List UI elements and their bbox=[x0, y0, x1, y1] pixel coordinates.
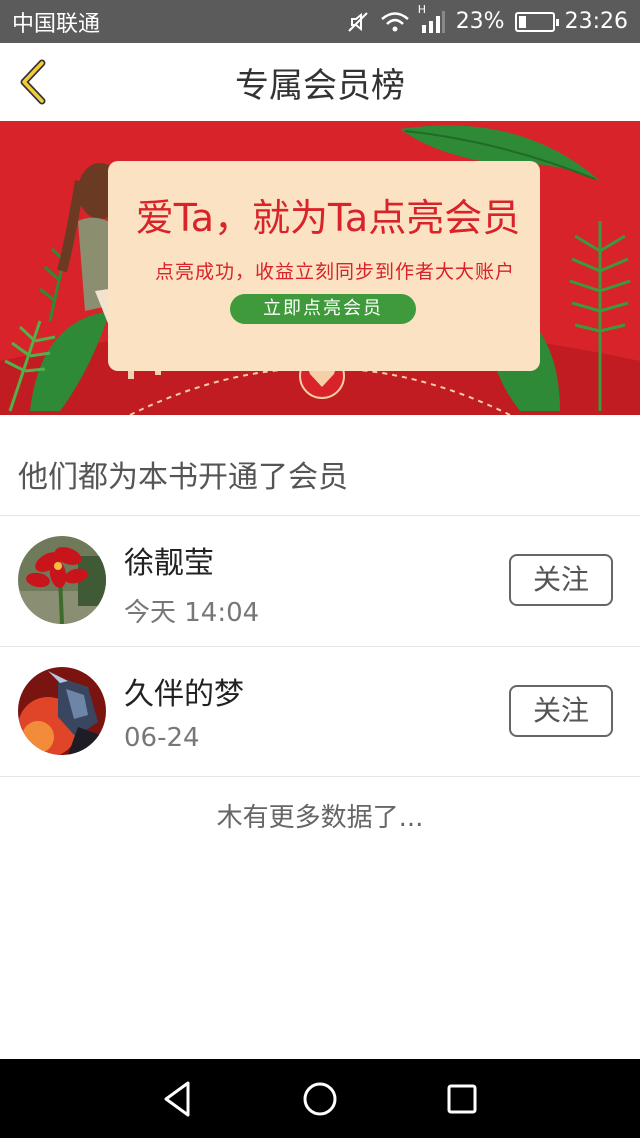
system-nav-bar bbox=[0, 1059, 640, 1138]
mute-icon bbox=[346, 10, 370, 34]
avatar[interactable] bbox=[18, 667, 106, 755]
avatar[interactable] bbox=[18, 536, 106, 624]
page-title: 专属会员榜 bbox=[235, 65, 405, 106]
game-hero-avatar-icon bbox=[18, 667, 106, 755]
member-time: 今天 14:04 bbox=[124, 598, 260, 628]
nav-home-button[interactable] bbox=[298, 1077, 342, 1121]
recents-square-icon bbox=[447, 1084, 477, 1114]
member-row[interactable]: 久伴的梦 06-24 关注 bbox=[0, 647, 640, 777]
back-triangle-icon bbox=[164, 1081, 190, 1117]
status-bar: 中国联通 H 23% 23:26 bbox=[0, 0, 640, 43]
no-more-data-text: 木有更多数据了... bbox=[216, 803, 424, 833]
member-name: 徐靓莹 bbox=[124, 546, 214, 581]
light-up-membership-button[interactable]: 立即点亮会员 bbox=[230, 294, 416, 324]
banner-subtitle: 点亮成功，收益立刻同步到作者大大账户 bbox=[154, 261, 515, 283]
wifi-icon bbox=[380, 11, 410, 33]
signal-icon: H bbox=[418, 3, 446, 33]
follow-button[interactable]: 关注 bbox=[509, 554, 613, 606]
banner-headline: 爱Ta，就为Ta点亮会员 bbox=[135, 196, 521, 240]
battery-level-fill bbox=[518, 15, 526, 28]
back-button[interactable] bbox=[14, 57, 54, 107]
clock: 23:26 bbox=[564, 9, 628, 34]
app-screen: 中国联通 H 23% 23:26 专属会员榜 爱Ta，就为Ta点亮会员 点亮成功… bbox=[0, 0, 640, 1138]
red-flower-avatar-icon bbox=[18, 536, 106, 624]
divider bbox=[0, 776, 640, 777]
nav-recents-button[interactable] bbox=[440, 1077, 484, 1121]
member-time: 06-24 bbox=[124, 723, 200, 753]
section-title: 他们都为本书开通了会员 bbox=[18, 460, 348, 495]
carrier-label: 中国联通 bbox=[12, 11, 101, 37]
home-circle-icon bbox=[303, 1082, 337, 1116]
title-bar: 专属会员榜 bbox=[0, 43, 640, 121]
battery-percent: 23% bbox=[455, 9, 505, 34]
promo-banner[interactable]: 爱Ta，就为Ta点亮会员 点亮成功，收益立刻同步到作者大大账户 立即点亮会员 bbox=[0, 121, 640, 415]
nav-back-button[interactable] bbox=[156, 1077, 200, 1121]
member-row[interactable]: 徐靓莹 今天 14:04 关注 bbox=[0, 516, 640, 646]
network-type-label: H bbox=[417, 2, 426, 16]
member-name: 久伴的梦 bbox=[124, 677, 244, 712]
follow-button[interactable]: 关注 bbox=[509, 685, 613, 737]
chevron-left-icon bbox=[20, 59, 46, 105]
status-icons: H 23% 23:26 bbox=[346, 3, 628, 34]
battery-icon bbox=[514, 11, 559, 32]
